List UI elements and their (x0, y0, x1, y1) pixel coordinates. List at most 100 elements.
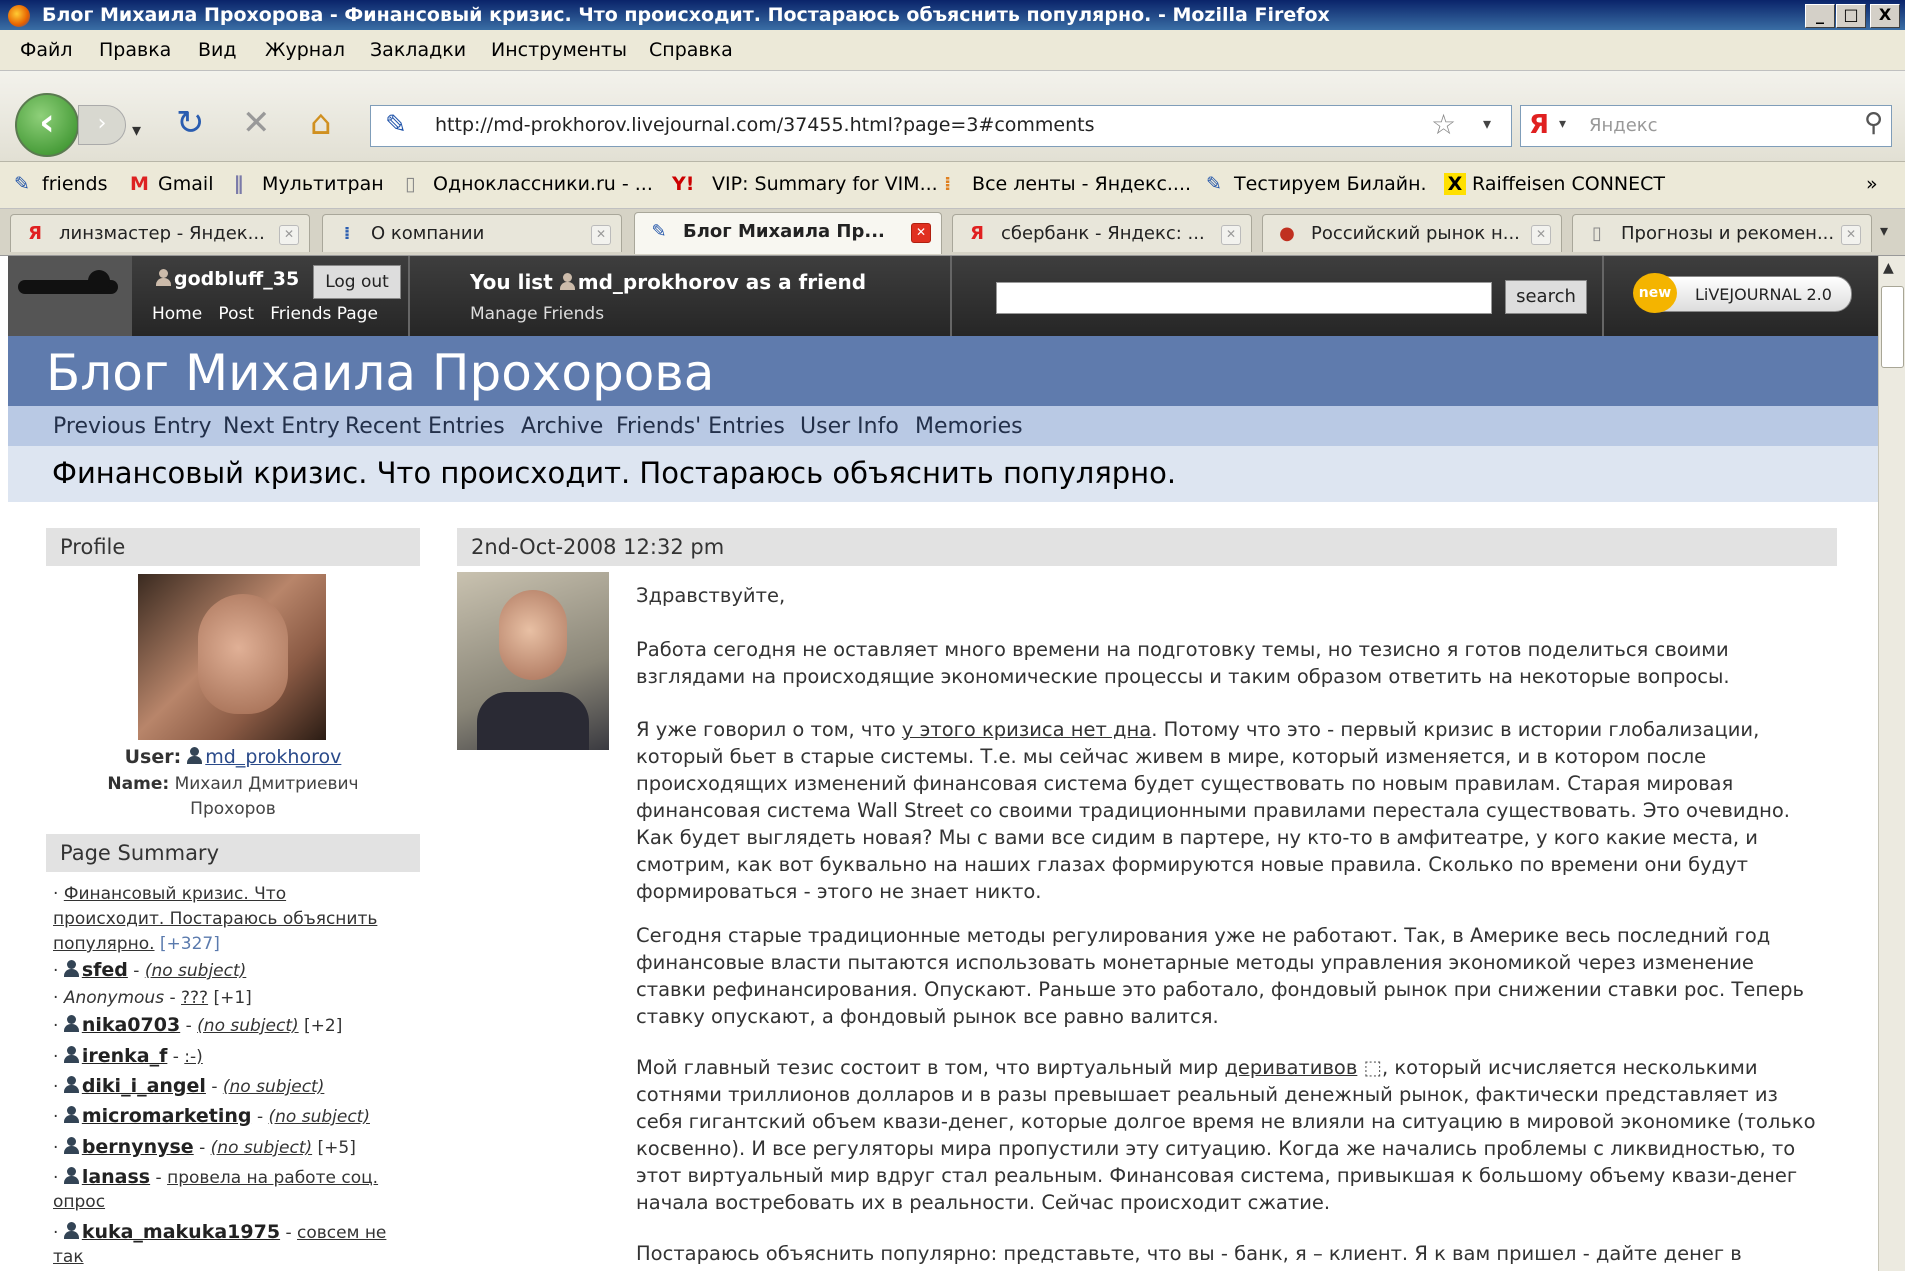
friend-status: You list md_prokhorov as a friend (470, 270, 867, 294)
minimize-button[interactable]: _ (1805, 4, 1835, 28)
summary-comment[interactable]: · kuka_makuka1975 - совсем не (53, 1221, 386, 1243)
page-summary-heading: Page Summary (46, 834, 420, 872)
tab-prokhorov-blog[interactable]: ✎ Блог Михаила Пр... ✕ (634, 212, 942, 254)
next-entry-link[interactable]: Next Entry (223, 414, 340, 439)
tab-close-icon[interactable]: ✕ (1221, 225, 1241, 245)
tab-forecasts[interactable]: ▯ Прогнозы и рекомен... ✕ (1572, 214, 1872, 252)
summary-comment[interactable]: · lanass - провела на работе соц. (53, 1166, 378, 1188)
manage-friends-link[interactable]: Manage Friends (470, 304, 604, 324)
page-content: godbluff_35 Log out Home Post Friends Pa… (0, 256, 1878, 1271)
home-icon[interactable]: ⌂ (310, 103, 332, 143)
summary-comment[interactable]: · nika0703 - (no subject) [+2] (53, 1014, 342, 1036)
firefox-icon (8, 5, 30, 27)
url-bar[interactable]: ✎ http://md-prokhorov.livejournal.com/37… (370, 105, 1512, 147)
bookmark-friends[interactable]: ✎ friends (14, 173, 108, 195)
tab-linzmaster[interactable]: Ялинзмастер - Яндек... ✕ (10, 214, 310, 252)
derivatives-link[interactable]: деривативов (1224, 1056, 1357, 1079)
bookmark-star-icon[interactable]: ☆ (1431, 108, 1456, 141)
scroll-thumb[interactable] (1881, 286, 1904, 368)
summary-entry-link-line2[interactable]: происходит. Постараюсь объяснить (53, 909, 377, 929)
user-icon (156, 269, 171, 287)
scroll-up-icon[interactable]: ▲ (1883, 260, 1894, 276)
url-dropdown-icon[interactable]: ▾ (1483, 114, 1491, 133)
menu-edit[interactable]: Правка (99, 39, 171, 61)
tab-close-icon[interactable]: ✕ (911, 223, 931, 243)
summary-comment[interactable]: · micromarketing - (no subject) (53, 1105, 370, 1127)
post-paragraph: Работа сегодня не оставляет много времен… (636, 638, 1730, 688)
bookmark-beeline[interactable]: ✎ Тестируем Билайн. (1206, 173, 1427, 195)
bookmark-vip[interactable]: Y! VIP: Summary for VIM... (672, 173, 938, 195)
tab-close-icon[interactable]: ✕ (1841, 225, 1861, 245)
lj-logo[interactable] (8, 256, 132, 336)
profile-heading: Profile (46, 528, 420, 566)
lj-friends-page-link[interactable]: Friends Page (270, 304, 378, 324)
gmail-icon: M (130, 173, 149, 195)
forward-button[interactable]: › (78, 105, 126, 145)
tab-close-icon[interactable]: ✕ (1531, 225, 1551, 245)
window-title-bar: Блог Михаила Прохорова - Финансовый криз… (0, 0, 1905, 30)
menu-help[interactable]: Справка (649, 39, 733, 61)
blog-title[interactable]: Блог Михаила Прохорова (46, 344, 714, 402)
bookmark-all-feeds[interactable]: ⁞ Все ленты - Яндекс.... (944, 173, 1191, 195)
search-magnifier-icon[interactable]: ⚲ (1864, 108, 1883, 138)
previous-entry-link[interactable]: Previous Entry (53, 414, 212, 439)
no-bottom-link[interactable]: у этого кризиса нет дна (902, 718, 1151, 741)
menu-view[interactable]: Вид (198, 39, 237, 61)
vertical-scrollbar[interactable]: ▲ (1878, 256, 1905, 1271)
page-icon: ▯ (405, 173, 416, 195)
summary-entry-link-line3[interactable]: популярно. [+327] (53, 934, 220, 954)
summary-comment-line2[interactable]: так (53, 1247, 84, 1267)
profile-user-line: User: md_prokhorov (124, 746, 342, 768)
tab-close-icon[interactable]: ✕ (591, 225, 611, 245)
search-placeholder[interactable]: Яндекс (1589, 115, 1658, 136)
lj-search-input[interactable] (996, 282, 1492, 314)
summary-comment[interactable]: · sfed - (no subject) (53, 959, 246, 981)
livejournal-2-badge[interactable]: new LiVEJOURNAL 2.0 (1633, 273, 1852, 313)
lj-username[interactable]: godbluff_35 (174, 268, 299, 290)
menu-tools[interactable]: Инструменты (491, 39, 627, 61)
url-text[interactable]: http://md-prokhorov.livejournal.com/3745… (435, 114, 1095, 136)
summary-entry-link[interactable]: · Финансовый кризис. Что (53, 884, 286, 904)
summary-comment[interactable]: · Anonymous - ??? [+1] (53, 988, 252, 1008)
search-box[interactable]: Я ▾ Яндекс ⚲ (1520, 105, 1892, 147)
bookmark-gmail[interactable]: M Gmail (130, 173, 213, 195)
summary-comment-line2[interactable]: опрос (53, 1192, 105, 1212)
summary-comment[interactable]: · irenka_f - :-) (53, 1045, 203, 1067)
maximize-button[interactable]: □ (1836, 4, 1866, 28)
summary-comment[interactable]: · diki_i_angel - (no subject) (53, 1075, 324, 1097)
engine-dropdown-icon[interactable]: ▾ (1559, 116, 1566, 132)
tab-sberbank[interactable]: Ясбербанк - Яндекс: ... ✕ (952, 214, 1252, 252)
summary-comment[interactable]: · bernynyse - (no subject) [+5] (53, 1136, 356, 1158)
recent-entries-link[interactable]: Recent Entries (345, 414, 505, 439)
bookmarks-overflow-icon[interactable]: » (1866, 173, 1878, 195)
profile-user-link[interactable]: md_prokhorov (205, 746, 341, 768)
archive-link[interactable]: Archive (521, 414, 603, 439)
friends-entries-link[interactable]: Friends' Entries (616, 414, 785, 439)
bookmark-odnoklassniki[interactable]: ▯ Одноклассники.ru - ... (405, 173, 653, 195)
user-info-link[interactable]: User Info (800, 414, 899, 439)
lj-search-button[interactable]: search (1505, 280, 1587, 314)
memories-link[interactable]: Memories (915, 414, 1023, 439)
post-paragraph: Мой главный тезис состоит в том, что вир… (636, 1056, 1816, 1214)
tab-about-company[interactable]: ⁞ О компании ✕ (322, 214, 622, 252)
bookmark-raiffeisen[interactable]: X Raiffeisen CONNECT (1444, 173, 1665, 195)
site-icon: ✎ (385, 110, 407, 140)
tab-russian-market[interactable]: ● Российский рынок н... ✕ (1262, 214, 1562, 252)
stop-icon[interactable]: ✕ (242, 103, 271, 143)
multitran-icon: ∥ (234, 173, 244, 195)
tab-close-icon[interactable]: ✕ (279, 225, 299, 245)
menu-bookmarks[interactable]: Закладки (370, 39, 466, 61)
menu-history[interactable]: Журнал (265, 39, 345, 61)
lj-home-link[interactable]: Home (152, 304, 202, 324)
reload-icon[interactable]: ↻ (176, 103, 205, 143)
yandex-engine-icon[interactable]: Я (1529, 110, 1549, 140)
menu-file[interactable]: Файл (20, 39, 73, 61)
favicon-icon: ⁞ (343, 223, 351, 244)
bookmark-multitran[interactable]: ∥ Мультитран (234, 173, 384, 195)
history-dropdown-icon[interactable]: ▾ (132, 111, 141, 151)
logout-button[interactable]: Log out (313, 265, 401, 299)
tab-list-dropdown-icon[interactable]: ▾ (1880, 221, 1888, 240)
lj-post-link[interactable]: Post (218, 304, 254, 324)
close-button[interactable]: X (1870, 4, 1900, 28)
back-button[interactable]: ‹ (15, 93, 79, 157)
